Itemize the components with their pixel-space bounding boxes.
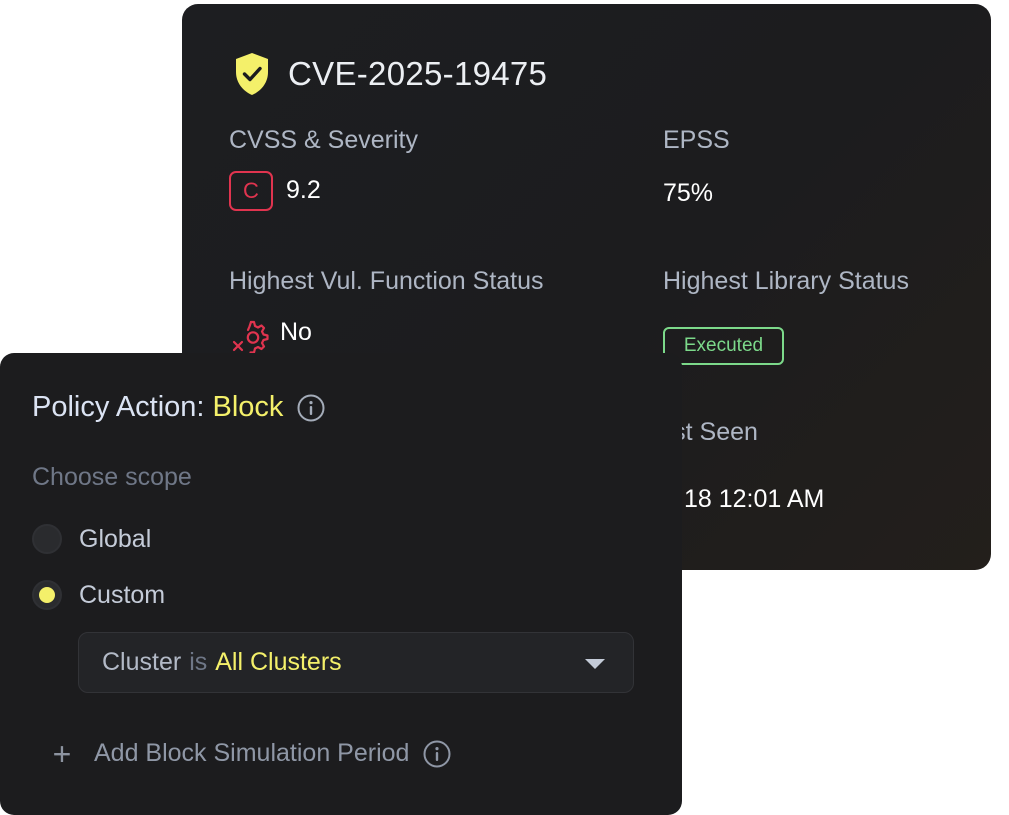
cve-id: CVE-2025-19475 <box>288 55 548 92</box>
vul-function-label: Highest Vul. Function Status <box>229 267 544 295</box>
radio-global[interactable] <box>32 524 62 554</box>
severity-badge: C <box>229 171 273 211</box>
radio-custom-label[interactable]: Custom <box>79 581 165 610</box>
chevron-down-icon[interactable] <box>585 659 605 669</box>
vul-function-value: No <box>280 318 312 346</box>
filter-operator: is <box>189 648 208 676</box>
scope-option-custom[interactable]: Custom <box>32 580 165 610</box>
radio-global-label[interactable]: Global <box>79 525 151 554</box>
policy-title: Policy Action: Block <box>32 391 325 424</box>
cvss-label: CVSS & Severity <box>229 126 418 154</box>
policy-action-value: Block <box>212 391 284 423</box>
info-icon[interactable] <box>423 740 451 768</box>
scope-label: Choose scope <box>32 463 192 491</box>
library-status-badge: Executed <box>663 327 784 365</box>
radio-custom[interactable] <box>32 580 62 610</box>
policy-title-label: Policy Action: <box>32 391 205 423</box>
add-simulation-label[interactable]: Add Block Simulation Period <box>94 739 409 768</box>
scope-option-global[interactable]: Global <box>32 524 151 554</box>
info-icon[interactable] <box>297 394 325 422</box>
filter-value: All Clusters <box>215 648 342 676</box>
cluster-filter-select[interactable]: Cluster is All Clusters <box>78 632 634 693</box>
filter-key: Cluster <box>102 648 182 676</box>
epss-label: EPSS <box>663 126 730 154</box>
add-simulation-period-button[interactable]: + Add Block Simulation Period <box>50 738 451 770</box>
library-label: Highest Library Status <box>663 267 909 295</box>
cve-header: CVE-2025-19475 <box>234 52 547 96</box>
gear-x-icon <box>232 320 269 354</box>
policy-action-card: Policy Action: Block Choose scope Global… <box>0 353 682 815</box>
plus-icon[interactable]: + <box>50 738 74 770</box>
shield-check-icon <box>236 53 268 95</box>
epss-value: 75% <box>663 179 714 207</box>
cvss-score: 9.2 <box>286 176 321 204</box>
